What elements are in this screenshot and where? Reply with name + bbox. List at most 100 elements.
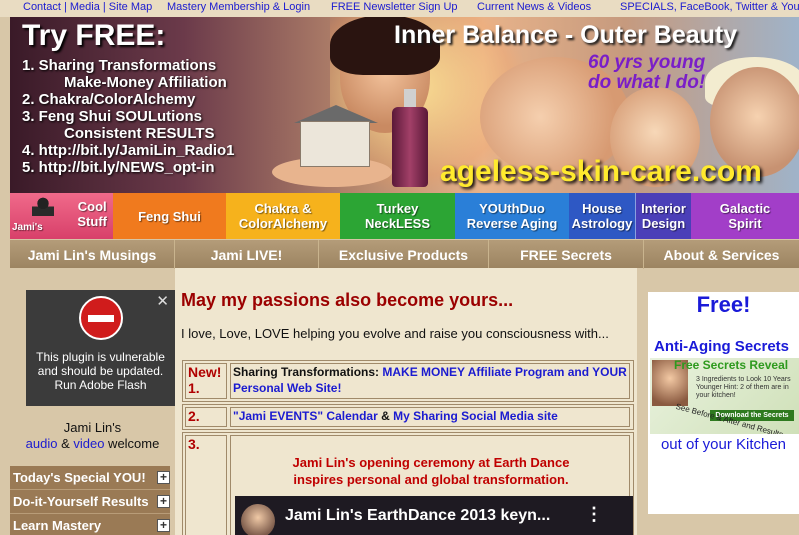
subnav-free-secrets[interactable]: FREE Secrets: [489, 240, 644, 269]
ad-kitchen-text: out of your Kitchen: [660, 436, 787, 453]
ad-image-text: 3 Ingredients to Look 10 Years Younger H…: [696, 376, 791, 399]
side-menu-diy-results[interactable]: Do-it-Yourself Results +: [10, 490, 170, 514]
nav-galactic-spirit[interactable]: Galactic Spirit: [691, 193, 799, 239]
ad-title: Anti-Aging Secrets: [654, 338, 790, 355]
expand-icon[interactable]: +: [157, 471, 170, 484]
side-menu-label: Learn Mastery: [13, 518, 102, 533]
nav-label: House Astrology: [571, 201, 633, 231]
bio-welcome: welcome: [104, 436, 160, 451]
subnav-label: Exclusive Products: [338, 246, 469, 263]
nav-youthduo[interactable]: YOUthDuo Reverse Aging: [455, 193, 569, 239]
main-nav: Jami's Cool Stuff Feng Shui Chakra & Col…: [10, 193, 799, 239]
video-title[interactable]: Jami Lin's EarthDance 2013 keyn...: [285, 508, 550, 524]
subnav-jami-live[interactable]: Jami LIVE!: [175, 240, 319, 269]
banner-offer-item: 5. http://bit.ly/NEWS_opt-in: [22, 159, 215, 176]
nav-label: Interior Design: [641, 201, 686, 231]
subnav-exclusive-products[interactable]: Exclusive Products: [319, 240, 489, 269]
nav-house-astrology[interactable]: House Astrology: [569, 193, 636, 239]
audio-link[interactable]: audio: [26, 436, 58, 451]
events-calendar-link[interactable]: "Jami EVENTS" Calendar: [233, 409, 378, 423]
side-menu-todays-special[interactable]: Today's Special YOU! +: [10, 466, 170, 490]
side-menu-learn-mastery[interactable]: Learn Mastery +: [10, 514, 170, 535]
news-videos-link[interactable]: Current News & Videos: [477, 1, 591, 13]
expand-icon[interactable]: +: [157, 519, 170, 532]
social-media-link[interactable]: My Sharing Social Media site: [393, 409, 558, 423]
newsletter-signup-link[interactable]: FREE Newsletter Sign Up: [331, 1, 458, 13]
nav-label: Turkey NeckLESS: [364, 201, 431, 231]
table-row: 2. "Jami EVENTS" Calendar & My Sharing S…: [182, 404, 634, 430]
row-prefix: Sharing Transformations:: [233, 365, 383, 379]
contact-media-sitemap-link[interactable]: Contact | Media | Site Map: [23, 1, 152, 13]
row-cell: Sharing Transformations: MAKE MONEY Affi…: [230, 363, 630, 399]
side-menu: Today's Special YOU! + Do-it-Yourself Res…: [10, 466, 170, 535]
banner-offer-item: 2. Chakra/ColorAlchemy: [22, 91, 196, 108]
bio-amp: &: [57, 436, 74, 451]
close-icon[interactable]: ✕: [156, 292, 169, 310]
nav-turkey-neckless[interactable]: Turkey NeckLESS: [340, 193, 455, 239]
house-model: [300, 121, 370, 167]
subnav-about-services[interactable]: About & Services: [644, 240, 799, 269]
hero-banner[interactable]: Try FREE: 1. Sharing Transformations Mak…: [10, 17, 799, 193]
banner-domain: ageless-skin-care.com: [440, 155, 762, 188]
ad-reveal-text: Free Secrets Reveal: [674, 358, 789, 372]
bio-block: Jami Lin's audio & video welcome: [10, 420, 175, 452]
subnav-label: About & Services: [663, 246, 780, 263]
top-link-bar: Contact | Media | Site Map Mastery Membe…: [0, 0, 799, 17]
row-cell: "Jami EVENTS" Calendar & My Sharing Soci…: [230, 407, 630, 427]
nav-chakra[interactable]: Chakra & ColorAlchemy: [226, 193, 340, 239]
expand-icon[interactable]: +: [157, 495, 170, 508]
event-line-2: inspires personal and global transformat…: [293, 472, 569, 487]
more-options-icon[interactable]: ⋮: [585, 505, 603, 523]
nav-cool-stuff-label: Cool Stuff: [77, 199, 107, 229]
row-number: 2.: [185, 407, 227, 427]
banner-offer-list: 1. Sharing Transformations Make-Money Af…: [22, 57, 235, 176]
secondary-nav: Jami Lin's Musings Jami LIVE! Exclusive …: [10, 239, 799, 269]
banner-tagline: Inner Balance - Outer Beauty: [394, 21, 738, 49]
table-row: 3. Jami Lin's opening ceremony at Earth …: [182, 432, 634, 535]
nav-label: Chakra & ColorAlchemy: [238, 201, 328, 231]
channel-avatar: [241, 504, 275, 535]
flash-plugin-warning[interactable]: ✕ This plugin is vulnerable and should b…: [26, 290, 175, 406]
nav-cool-stuff[interactable]: Jami's Cool Stuff: [10, 193, 113, 239]
intro-text: I love, Love, LOVE helping you evolve an…: [181, 326, 609, 341]
banner-offer-item: Make-Money Affiliation: [64, 74, 227, 91]
age-line-2: do what I do!: [588, 72, 706, 93]
nav-feng-shui[interactable]: Feng Shui: [113, 193, 226, 239]
video-link[interactable]: video: [73, 436, 104, 451]
subnav-label: Jami Lin's Musings: [27, 246, 157, 263]
membership-login-link[interactable]: Mastery Membership & Login: [167, 1, 310, 13]
main-content: May my passions also become yours... I l…: [175, 268, 637, 535]
ad-image[interactable]: Free Secrets Reveal 3 Ingredients to Loo…: [650, 358, 799, 434]
row-mid: &: [377, 409, 394, 423]
subnav-musings[interactable]: Jami Lin's Musings: [10, 240, 175, 269]
banner-offer-item: 1. Sharing Transformations: [22, 57, 217, 74]
side-menu-label: Today's Special YOU!: [13, 470, 146, 485]
nav-label: Feng Shui: [138, 208, 201, 224]
page-heading: May my passions also become yours...: [181, 290, 514, 310]
subnav-label: Jami LIVE!: [210, 246, 283, 263]
nav-label: YOUthDuo Reverse Aging: [466, 201, 558, 231]
banner-offer-item: 3. Feng Shui SOULutions: [22, 108, 202, 125]
row-number: New! 1.: [185, 363, 227, 399]
banner-age-callout: 60 yrs young do what I do!: [588, 53, 705, 93]
subnav-label: FREE Secrets: [520, 246, 612, 263]
event-line-1: Jami Lin's opening ceremony at Earth Dan…: [292, 455, 570, 470]
youtube-video-player[interactable]: Jami Lin's EarthDance 2013 keyn... ⋮: [235, 496, 633, 535]
row-cell: Jami Lin's opening ceremony at Earth Dan…: [230, 435, 633, 535]
blocked-icon: [79, 296, 123, 340]
anti-aging-ad[interactable]: Free! Anti-Aging Secrets Free Secrets Re…: [648, 292, 799, 514]
banner-title: Try FREE:: [22, 19, 166, 52]
row-number: 3.: [185, 435, 227, 535]
nav-interior-design[interactable]: Interior Design: [636, 193, 691, 239]
age-line-1: 60 yrs young: [588, 52, 706, 73]
side-menu-label: Do-it-Yourself Results: [13, 494, 149, 509]
nav-label: Galactic Spirit: [719, 201, 771, 231]
left-sidebar: ✕ This plugin is vulnerable and should b…: [10, 268, 175, 535]
bio-line: audio & video welcome: [10, 436, 175, 452]
specials-social-link[interactable]: SPECIALS, FaceBook, Twitter & YouTube: [620, 1, 799, 13]
table-row: New! 1. Sharing Transformations: MAKE MO…: [182, 360, 634, 402]
nav-logo-word: Jami's: [12, 222, 43, 233]
ad-free-heading: Free!: [696, 292, 751, 317]
product-bottle: [392, 89, 428, 187]
bio-name: Jami Lin's: [63, 420, 122, 435]
